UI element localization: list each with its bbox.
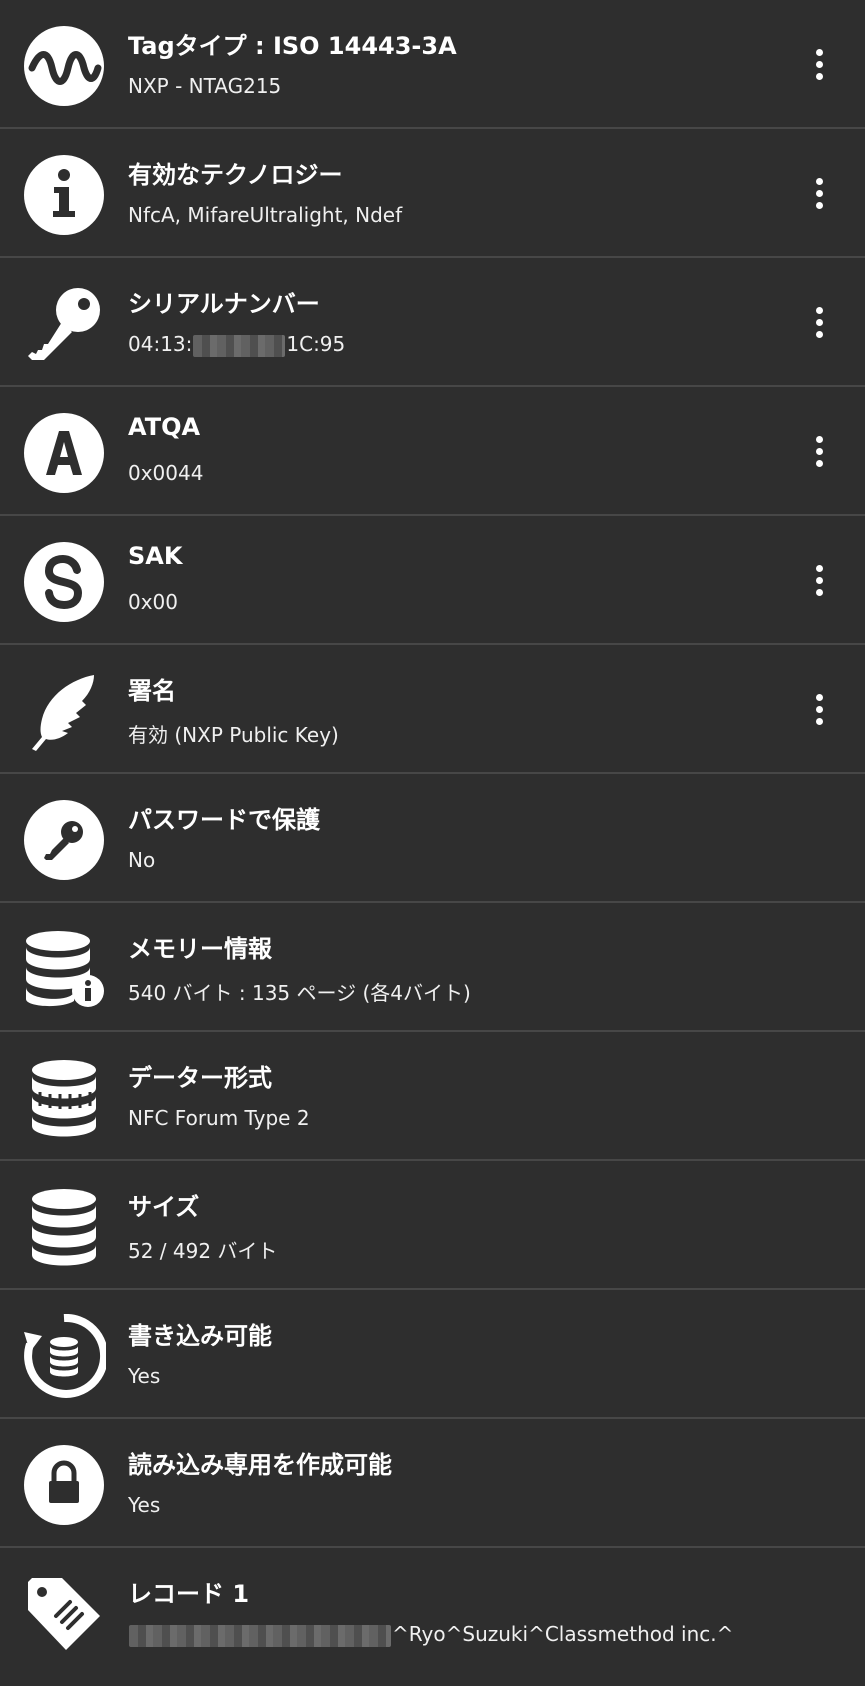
lock-icon: [22, 1443, 106, 1527]
tag-info-list: Tagタイプ : ISO 14443-3A NXP - NTAG215 有効なテ…: [0, 0, 865, 1686]
row-subtitle: 有効 (NXP Public Key): [128, 723, 339, 747]
row-subtitle: No: [128, 848, 156, 872]
row-subtitle: Yes: [128, 1364, 161, 1388]
row-subtitle: 0x00: [128, 590, 179, 614]
redacted-block: [129, 1624, 391, 1647]
more-vert-icon[interactable]: [805, 44, 833, 84]
row-subtitle: 04:13: 1C:95: [128, 332, 345, 357]
info-icon: [22, 153, 106, 237]
database-info-icon: [22, 927, 106, 1011]
row-subtitle: NXP - NTAG215: [128, 74, 282, 98]
row-sak[interactable]: SAK 0x00: [0, 516, 865, 645]
row-data-format[interactable]: データー形式 NFC Forum Type 2: [0, 1032, 865, 1161]
more-vert-icon[interactable]: [805, 302, 833, 342]
more-vert-icon[interactable]: [805, 431, 833, 471]
row-title: シリアルナンバー: [128, 290, 320, 318]
row-title: レコード 1: [128, 1580, 250, 1608]
row-title: ATQA: [128, 413, 201, 441]
row-technologies[interactable]: 有効なテクノロジー NfcA, MifareUltralight, Ndef: [0, 129, 865, 258]
row-title: 書き込み可能: [128, 1322, 272, 1350]
more-vert-icon[interactable]: [805, 173, 833, 213]
row-tag-type[interactable]: Tagタイプ : ISO 14443-3A NXP - NTAG215: [0, 0, 865, 129]
row-record-1[interactable]: レコード 1 ^Ryo^Suzuki^Classmethod inc.^: [0, 1548, 865, 1686]
row-memory-info[interactable]: メモリー情報 540 バイト : 135 ページ (各4バイト): [0, 903, 865, 1032]
row-subtitle: Yes: [128, 1493, 161, 1517]
more-vert-icon[interactable]: [805, 560, 833, 600]
redacted-block: [193, 334, 286, 357]
row-title: 有効なテクノロジー: [128, 161, 343, 189]
letter-a-icon: [22, 411, 106, 495]
database-stripes-icon: [22, 1056, 106, 1140]
row-serial-number[interactable]: シリアルナンバー 04:13: 1C:95: [0, 258, 865, 387]
row-signature[interactable]: 署名 有効 (NXP Public Key): [0, 645, 865, 774]
row-subtitle: ^Ryo^Suzuki^Classmethod inc.^: [128, 1622, 733, 1647]
row-subtitle: 540 バイト : 135 ページ (各4バイト): [128, 981, 471, 1005]
row-title: 署名: [128, 677, 176, 705]
key-circle-icon: [22, 798, 106, 882]
database-refresh-icon: [22, 1314, 106, 1398]
key-icon: [22, 282, 106, 366]
row-title: パスワードで保護: [128, 806, 320, 834]
row-can-make-readonly[interactable]: 読み込み専用を作成可能 Yes: [0, 1419, 865, 1548]
feather-icon: [22, 669, 106, 753]
row-title: メモリー情報: [128, 935, 272, 963]
row-writable[interactable]: 書き込み可能 Yes: [0, 1290, 865, 1419]
row-atqa[interactable]: ATQA 0x0044: [0, 387, 865, 516]
row-subtitle: 0x0044: [128, 461, 204, 485]
serial-prefix: 04:13:: [128, 332, 193, 356]
letter-s-icon: [22, 540, 106, 624]
wave-icon: [22, 24, 106, 108]
more-vert-icon[interactable]: [805, 689, 833, 729]
serial-suffix: 1C:95: [286, 332, 346, 356]
tag-icon: [22, 1572, 106, 1656]
row-title: Tagタイプ : ISO 14443-3A: [128, 32, 457, 60]
record-text: ^Ryo^Suzuki^Classmethod inc.^: [392, 1622, 734, 1646]
row-title: 読み込み専用を作成可能: [128, 1451, 392, 1479]
row-title: SAK: [128, 542, 183, 570]
row-size[interactable]: サイズ 52 / 492 バイト: [0, 1161, 865, 1290]
row-subtitle: NfcA, MifareUltralight, Ndef: [128, 203, 403, 227]
row-title: サイズ: [128, 1193, 200, 1221]
row-title: データー形式: [128, 1064, 272, 1092]
database-icon: [22, 1185, 106, 1269]
row-password-protected[interactable]: パスワードで保護 No: [0, 774, 865, 903]
row-subtitle: 52 / 492 バイト: [128, 1239, 278, 1263]
row-subtitle: NFC Forum Type 2: [128, 1106, 310, 1130]
